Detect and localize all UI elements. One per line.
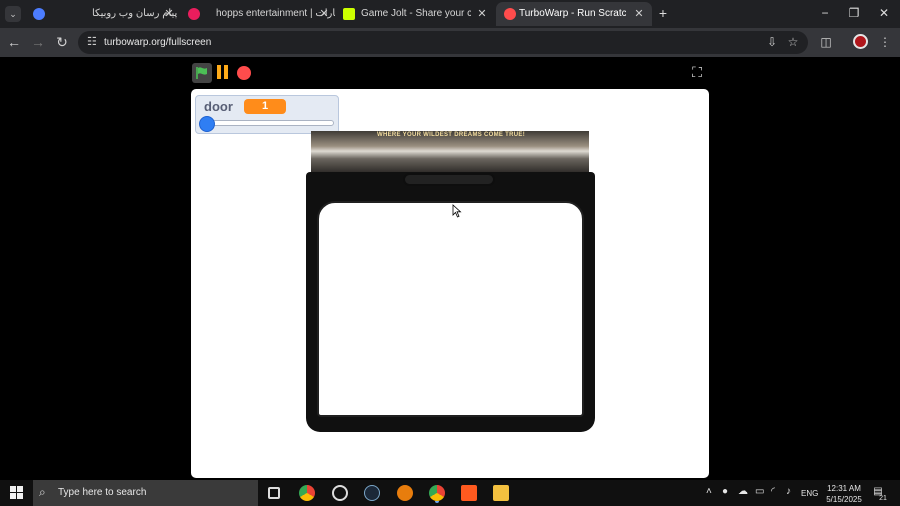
osu-icon[interactable] (332, 485, 348, 501)
chrome-icon[interactable] (299, 485, 315, 501)
close-tab-icon[interactable]: ✕ (318, 2, 330, 26)
extensions-icon[interactable]: ◫ (817, 33, 835, 51)
variable-monitor: door 1 (195, 95, 339, 134)
windows-taskbar: ⌕ Type here to search ˄ ● ☁ ▭ ◜ ♪ ENG 12… (0, 480, 900, 506)
blender-icon[interactable] (397, 485, 413, 501)
door-frame-sign: WHERE YOUR WILDEST DREAMS COME TRUE! (307, 131, 593, 197)
steam-icon[interactable] (364, 485, 380, 501)
network-icon[interactable]: ◜ (771, 485, 775, 498)
door-handle (403, 173, 495, 186)
site-info-icon[interactable]: ☷ (87, 36, 99, 48)
volume-icon[interactable]: ♪ (786, 485, 791, 498)
sign-text: WHERE YOUR WILDEST DREAMS COME TRUE! (376, 132, 526, 138)
search-placeholder: Type here to search (58, 487, 147, 498)
tab-strip: ⌄ پیام رسان وب روبیکا ✕ hopps entertainm… (0, 0, 900, 28)
task-view-icon[interactable] (268, 487, 280, 499)
door-window[interactable] (317, 201, 584, 417)
windows-start-icon[interactable] (10, 486, 24, 500)
taskbar-search-box[interactable]: ⌕ Type here to search (33, 480, 258, 506)
turbowarp-favicon-icon (504, 8, 516, 20)
minimize-window-button[interactable]: − (815, 4, 835, 22)
project-stage[interactable]: door 1 WHERE YOUR WILDEST DREAMS COME TR… (191, 89, 709, 478)
tab-search-menu-button[interactable]: ⌄ (5, 6, 21, 22)
green-flag-button[interactable] (192, 63, 212, 83)
file-explorer-icon[interactable] (493, 485, 509, 501)
onedrive-icon[interactable]: ☁ (738, 485, 748, 498)
exit-fullscreen-icon[interactable]: ⛶ (689, 64, 705, 80)
forward-button[interactable]: → (29, 33, 47, 51)
monitor-slider-track[interactable] (204, 120, 334, 126)
tab-title: TurboWarp - Run Scratch projects (519, 8, 626, 19)
url-text[interactable]: turbowarp.org/fullscreen (104, 31, 211, 54)
turbowarp-page: ⛶ door 1 WHERE YOUR WILDEST DREAMS COME … (0, 57, 900, 480)
monitor-slider-thumb[interactable] (199, 116, 215, 132)
gamejolt-favicon-icon (343, 8, 355, 20)
bookmark-star-icon[interactable]: ☆ (784, 33, 802, 51)
aparat-favicon-icon (188, 8, 200, 20)
close-tab-icon[interactable]: ✕ (163, 2, 175, 26)
app-icon[interactable] (461, 485, 477, 501)
rubika-favicon-icon (33, 8, 45, 20)
close-window-button[interactable]: ✕ (874, 4, 894, 22)
monitor-value: 1 (244, 99, 286, 114)
tray-chevron-icon[interactable]: ˄ (706, 485, 712, 498)
profile-avatar[interactable] (853, 34, 868, 49)
pause-icon-right (224, 65, 228, 79)
monitor-label: door (204, 99, 233, 114)
close-tab-icon[interactable]: ✕ (476, 2, 488, 26)
green-flag-icon (196, 67, 207, 79)
pause-icon-left (217, 65, 221, 79)
chrome-active-icon[interactable] (429, 485, 445, 501)
close-tab-icon[interactable]: ✕ (633, 2, 645, 26)
tab-title: Game Jolt - Share your creations (361, 8, 471, 19)
tab-turbowarp[interactable]: TurboWarp - Run Scratch projects ✕ (496, 2, 652, 26)
tab-gamejolt[interactable]: Game Jolt - Share your creations ✕ (337, 2, 494, 26)
pause-button[interactable] (216, 65, 230, 81)
microphone-icon[interactable]: ● (722, 485, 728, 498)
tab-rubika[interactable]: پیام رسان وب روبیکا ✕ (27, 2, 180, 26)
mouse-cursor-icon (452, 204, 462, 218)
notification-count: 21 (879, 495, 887, 502)
browser-toolbar: ← → ↻ ☷ turbowarp.org/fullscreen ⇩ ☆ ◫ ⋮ (0, 28, 900, 57)
restore-window-button[interactable]: ❐ (844, 4, 864, 22)
language-indicator[interactable]: ENG (801, 487, 818, 500)
menu-more-icon[interactable]: ⋮ (876, 33, 894, 51)
battery-icon[interactable]: ▭ (755, 485, 764, 498)
address-bar[interactable]: ☷ turbowarp.org/fullscreen (78, 31, 808, 54)
search-icon: ⌕ (39, 485, 46, 499)
install-app-icon[interactable]: ⇩ (763, 33, 781, 51)
back-button[interactable]: ← (5, 33, 23, 51)
tab-aparat[interactable]: hopps entertainment | آپارات ✕ (182, 2, 335, 26)
stop-button[interactable] (237, 66, 251, 80)
new-tab-button[interactable]: + (656, 5, 670, 21)
reload-button[interactable]: ↻ (53, 33, 71, 51)
clock-date[interactable]: 5/15/2025 (826, 493, 862, 506)
